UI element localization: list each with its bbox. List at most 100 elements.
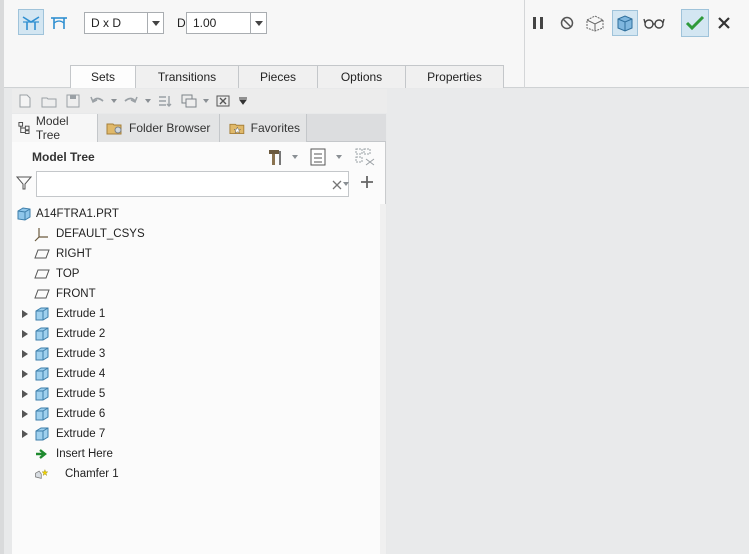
model-tree-panel: Model Tree A14FTRA1.PRT DEFAULT_CSYS RIG… [12, 142, 386, 554]
close-window-button[interactable] [212, 91, 234, 111]
new-file-button[interactable] [14, 91, 36, 111]
add-filter-button[interactable] [360, 175, 376, 191]
tab-folder-browser-label: Folder Browser [129, 121, 211, 135]
hammer-icon [269, 150, 281, 165]
chamfer-icon [34, 466, 50, 482]
tree-tools-button[interactable] [266, 147, 286, 167]
tree-item-insert-here[interactable]: Insert Here [12, 444, 380, 464]
redo-button[interactable] [120, 91, 142, 111]
tree-item-extrude[interactable]: Extrude 1 [12, 304, 380, 324]
tab-pieces[interactable]: Pieces [238, 65, 318, 88]
tree-item-label: Extrude 7 [56, 428, 106, 440]
tab-properties[interactable]: Properties [405, 65, 504, 88]
expand-arrow-icon[interactable] [21, 350, 29, 358]
preview-geometry-button[interactable] [582, 10, 608, 36]
tree-item-label: Extrude 4 [56, 368, 106, 380]
tree-item-label: Extrude 1 [56, 308, 106, 320]
filter-button[interactable] [15, 175, 33, 191]
tree-search-field[interactable] [36, 171, 349, 197]
extrude-icon [34, 346, 50, 362]
tree-item-extrude[interactable]: Extrude 3 [12, 344, 380, 364]
tab-favorites[interactable]: Favorites [220, 114, 307, 142]
no-preview-icon [560, 16, 574, 30]
windows-dropdown[interactable] [202, 99, 210, 103]
transition-icon [51, 17, 67, 29]
cancel-button[interactable] [711, 10, 737, 36]
glasses-preview-button[interactable] [641, 10, 667, 36]
dimension-scheme-value: D x D [91, 16, 121, 30]
checkmark-icon [685, 15, 705, 31]
pause-icon [533, 17, 543, 29]
quick-access-toolbar [12, 89, 387, 113]
d-value-select[interactable]: 1.00 [186, 12, 267, 34]
tab-folder-browser[interactable]: Folder Browser [98, 114, 220, 142]
tab-sets[interactable]: Sets [70, 65, 136, 88]
tab-transitions[interactable]: Transitions [135, 65, 239, 88]
expand-arrow-icon[interactable] [21, 330, 29, 338]
undo-button[interactable] [86, 91, 108, 111]
extrude-icon [34, 366, 50, 382]
regenerate-button[interactable] [154, 91, 176, 111]
tree-settings-button[interactable] [309, 147, 329, 167]
redo-dropdown[interactable] [144, 99, 152, 103]
undo-dropdown[interactable] [110, 99, 118, 103]
tab-model-tree[interactable]: Model Tree [12, 114, 98, 142]
tree-tools-dropdown[interactable] [290, 153, 300, 161]
tree-item-extrude[interactable]: Extrude 6 [12, 404, 380, 424]
insert-here-icon [34, 446, 50, 462]
datum-plane-icon [34, 266, 50, 282]
tree-item-label: TOP [56, 268, 80, 280]
tree-item-extrude[interactable]: Extrude 7 [12, 424, 380, 444]
expand-arrow-icon[interactable] [21, 310, 29, 318]
expand-arrow-icon[interactable] [21, 370, 29, 378]
model-tree-icon [18, 122, 30, 134]
tree-item-label: FRONT [56, 288, 96, 300]
datum-plane-icon [34, 246, 50, 262]
tree-search-input[interactable] [37, 172, 327, 196]
tree-item-extrude[interactable]: Extrude 5 [12, 384, 380, 404]
new-file-icon [19, 94, 31, 108]
chevron-down-icon [239, 97, 247, 105]
transition-mode-button[interactable] [46, 9, 72, 35]
search-options-dropdown[interactable] [341, 180, 351, 188]
extrude-icon [34, 406, 50, 422]
edge-set-mode-button[interactable] [18, 9, 44, 35]
expand-arrow-icon[interactable] [21, 430, 29, 438]
tree-item-label: Extrude 2 [56, 328, 106, 340]
tab-options[interactable]: Options [317, 65, 406, 88]
part-icon [16, 206, 32, 222]
tree-item-label: DEFAULT_CSYS [56, 228, 145, 240]
tree-filter-display-button[interactable] [354, 147, 376, 167]
open-button[interactable] [38, 91, 60, 111]
model-tree: A14FTRA1.PRT DEFAULT_CSYS RIGHT TOP FRON… [12, 204, 380, 484]
tree-settings-dropdown[interactable] [334, 153, 344, 161]
save-icon [66, 94, 80, 108]
tree-item-extrude[interactable]: Extrude 4 [12, 364, 380, 384]
expand-arrow-icon[interactable] [21, 410, 29, 418]
folder-browser-icon [106, 123, 122, 135]
tree-item-label: A14FTRA1.PRT [36, 208, 119, 220]
chevron-down-icon [250, 13, 266, 33]
tree-item-csys[interactable]: DEFAULT_CSYS [12, 224, 380, 244]
tree-item-chamfer[interactable]: Chamfer 1 [12, 464, 380, 484]
tree-item-extrude[interactable]: Extrude 2 [12, 324, 380, 344]
pause-button[interactable] [525, 10, 551, 36]
no-preview-button[interactable] [554, 10, 580, 36]
save-button[interactable] [62, 91, 84, 111]
ok-button[interactable] [681, 9, 709, 37]
verify-mode-button[interactable] [612, 10, 638, 36]
navigator-tabs: Model Tree Folder Browser Favorites [12, 114, 386, 142]
graphics-area[interactable] [387, 89, 749, 554]
tree-item-datum-front[interactable]: FRONT [12, 284, 380, 304]
expand-arrow-icon[interactable] [21, 390, 29, 398]
tree-scrollbar[interactable] [380, 204, 386, 554]
customize-toolbar-button[interactable] [236, 91, 250, 111]
tree-item-datum-top[interactable]: TOP [12, 264, 380, 284]
tree-item-datum-right[interactable]: RIGHT [12, 244, 380, 264]
dimension-scheme-select[interactable]: D x D [84, 12, 164, 34]
windows-button[interactable] [178, 91, 200, 111]
tree-item-part[interactable]: A14FTRA1.PRT [12, 204, 380, 224]
d-label: D [177, 16, 186, 30]
windows-icon [181, 94, 197, 108]
tab-favorites-label: Favorites [250, 121, 300, 135]
